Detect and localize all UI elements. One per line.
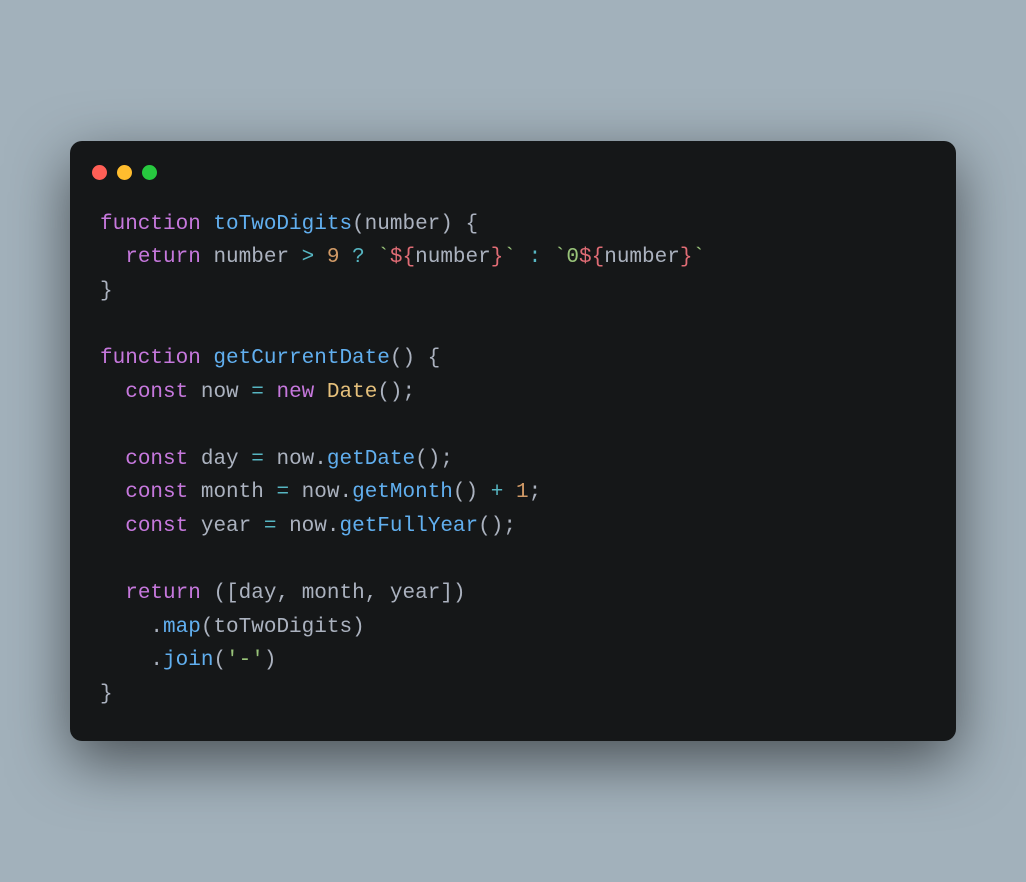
code-token-punct: . [100, 616, 163, 639]
code-token-punct: . [314, 448, 327, 471]
code-token-punct: (); [478, 515, 516, 538]
code-token-punct: () { [390, 347, 440, 370]
code-token-param: day [239, 582, 277, 605]
code-token-punct [100, 381, 125, 404]
code-token-punct: ) [352, 616, 365, 639]
code-token-kw: function [100, 347, 213, 370]
code-token-punct: ( [213, 649, 226, 672]
code-window: function toTwoDigits(number) { return nu… [70, 141, 956, 742]
code-token-str: ` [503, 246, 516, 269]
code-token-punct: () [453, 481, 478, 504]
code-token-param: now [289, 515, 327, 538]
code-token-kw: const [125, 515, 201, 538]
code-token-param: month [302, 582, 365, 605]
code-token-punct: ; [529, 481, 542, 504]
code-token-punct: ([ [213, 582, 238, 605]
code-token-op: ? [339, 246, 377, 269]
code-token-punct [100, 582, 125, 605]
code-token-param: now [276, 448, 314, 471]
minimize-icon[interactable] [117, 165, 132, 180]
code-token-punct: ( [201, 616, 214, 639]
code-token-kw: const [125, 481, 201, 504]
code-token-op: = [264, 481, 302, 504]
code-token-param: number [213, 246, 289, 269]
code-token-punct: . [339, 481, 352, 504]
code-token-op: : [516, 246, 554, 269]
code-token-kw: function [100, 213, 213, 236]
code-token-punct: (); [415, 448, 453, 471]
code-token-param: number [365, 213, 441, 236]
code-token-kw: const [125, 448, 201, 471]
code-token-punct: (); [377, 381, 415, 404]
code-token-kw: new [276, 381, 326, 404]
code-token-punct: , [276, 582, 301, 605]
code-token-kw: return [125, 246, 213, 269]
code-token-fn: getDate [327, 448, 415, 471]
code-token-interp: ${ [390, 246, 415, 269]
code-token-punct [100, 481, 125, 504]
code-token-fn: toTwoDigits [213, 213, 352, 236]
code-token-num: 1 [516, 481, 529, 504]
code-token-str: '-' [226, 649, 264, 672]
code-token-punct: ]) [440, 582, 465, 605]
code-token-punct [100, 246, 125, 269]
code-token-num: 9 [327, 246, 340, 269]
code-token-punct: ( [352, 213, 365, 236]
code-token-fn: getCurrentDate [213, 347, 389, 370]
code-token-punct [100, 448, 125, 471]
code-token-fn: join [163, 649, 213, 672]
code-token-kw: return [125, 582, 213, 605]
code-token-punct: . [327, 515, 340, 538]
code-token-param: year [201, 515, 251, 538]
code-token-punct [100, 515, 125, 538]
code-token-param: now [201, 381, 239, 404]
code-token-op: = [251, 515, 289, 538]
code-token-punct: ) [264, 649, 277, 672]
code-token-punct: } [100, 280, 113, 303]
code-token-cls: Date [327, 381, 377, 404]
maximize-icon[interactable] [142, 165, 157, 180]
code-token-interp: } [680, 246, 693, 269]
code-token-op: = [239, 448, 277, 471]
code-token-param: number [415, 246, 491, 269]
code-token-str: ` [554, 246, 567, 269]
code-token-kw: const [125, 381, 201, 404]
code-token-param: month [201, 481, 264, 504]
code-token-op: > [289, 246, 327, 269]
close-icon[interactable] [92, 165, 107, 180]
code-token-str: 0 [566, 246, 579, 269]
code-token-str: ` [377, 246, 390, 269]
code-block: function toTwoDigits(number) { return nu… [70, 208, 956, 712]
code-token-interp: ${ [579, 246, 604, 269]
code-token-fn: map [163, 616, 201, 639]
code-token-interp: } [491, 246, 504, 269]
code-token-fn: getMonth [352, 481, 453, 504]
code-token-punct: . [100, 649, 163, 672]
code-token-str: ` [692, 246, 705, 269]
code-token-punct: , [365, 582, 390, 605]
code-token-fn: getFullYear [340, 515, 479, 538]
code-token-op: + [478, 481, 516, 504]
code-token-param: toTwoDigits [213, 616, 352, 639]
traffic-lights [70, 165, 956, 208]
code-token-punct: ) { [440, 213, 478, 236]
code-token-punct: } [100, 683, 113, 706]
code-token-param: now [302, 481, 340, 504]
code-token-op: = [239, 381, 277, 404]
code-token-param: year [390, 582, 440, 605]
code-token-param: day [201, 448, 239, 471]
code-token-param: number [604, 246, 680, 269]
